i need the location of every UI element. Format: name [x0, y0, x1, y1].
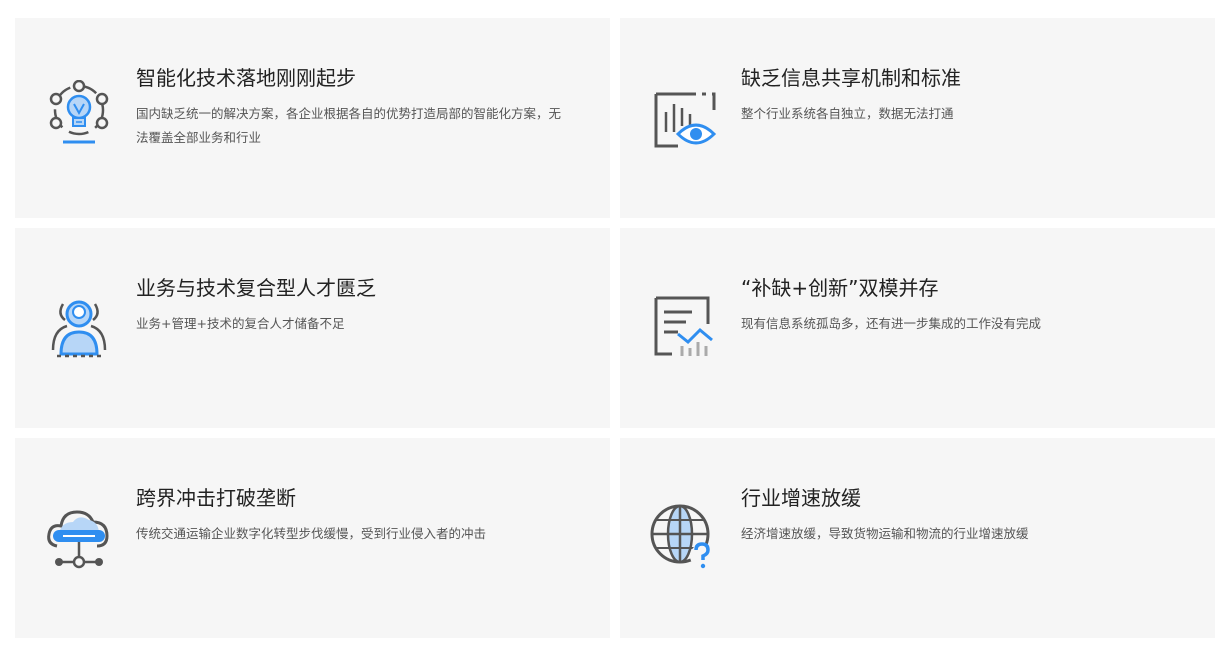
card-title: 缺乏信息共享机制和标准 — [741, 66, 961, 90]
card-title: 智能化技术落地刚刚起步 — [136, 66, 356, 90]
card-description: 现有信息系统孤岛多，还有进一步集成的工作没有完成 — [741, 316, 1042, 331]
card-title: 行业增速放缓 — [741, 486, 861, 510]
chart-eye-icon — [648, 80, 720, 152]
challenge-card: 跨界冲击打破垄断 传统交通运输企业数字化转型步伐缓慢，受到行业侵入者的冲击 — [15, 438, 610, 638]
card-title: “补缺+创新”双模并存 — [741, 276, 939, 300]
challenge-card: 智能化技术落地刚刚起步 国内缺乏统一的解决方案，各企业根据各自的优势打造局部的智… — [15, 18, 610, 218]
card-description: 国内缺乏统一的解决方案，各企业根据各自的优势打造局部的智能化方案，无法覆盖全部业… — [136, 106, 562, 145]
card-description: 经济增速放缓，导致货物运输和物流的行业增速放缓 — [741, 526, 1029, 541]
card-description: 传统交通运输企业数字化转型步伐缓慢，受到行业侵入者的冲击 — [136, 526, 487, 541]
challenge-card: 行业增速放缓 经济增速放缓，导致货物运输和物流的行业增速放缓 — [620, 438, 1215, 638]
report-chart-icon — [648, 290, 720, 362]
challenge-card: 业务与技术复合型人才匮乏 业务+管理+技术的复合人才储备不足 — [15, 228, 610, 428]
cloud-network-icon — [43, 500, 115, 572]
challenges-grid: 智能化技术落地刚刚起步 国内缺乏统一的解决方案，各企业根据各自的优势打造局部的智… — [15, 18, 1215, 638]
user-profile-icon — [43, 290, 115, 362]
card-description: 业务+管理+技术的复合人才储备不足 — [136, 316, 345, 331]
lightbulb-network-icon — [43, 80, 115, 152]
globe-question-icon — [648, 500, 720, 572]
card-title: 业务与技术复合型人才匮乏 — [136, 276, 376, 300]
challenge-card: “补缺+创新”双模并存 现有信息系统孤岛多，还有进一步集成的工作没有完成 — [620, 228, 1215, 428]
card-description: 整个行业系统各自独立，数据无法打通 — [741, 106, 954, 121]
card-title: 跨界冲击打破垄断 — [136, 486, 296, 510]
challenge-card: 缺乏信息共享机制和标准 整个行业系统各自独立，数据无法打通 — [620, 18, 1215, 218]
